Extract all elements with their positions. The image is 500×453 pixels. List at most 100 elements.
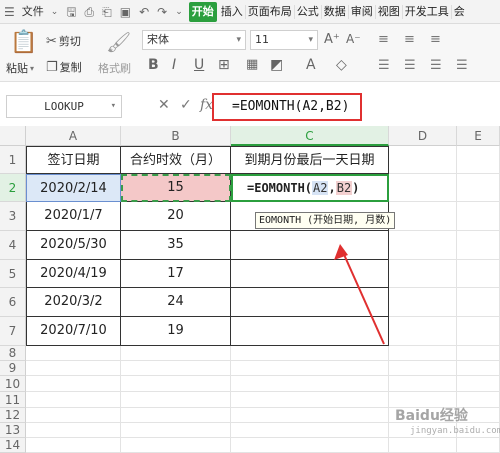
cancel-icon[interactable]: ✕	[158, 97, 170, 113]
font-name-select[interactable]: 宋体 ▾	[142, 30, 246, 50]
row-header-3[interactable]: 3	[0, 202, 26, 231]
format-painter-icon[interactable]: 🖌	[106, 30, 131, 54]
table-header-cell[interactable]: 签订日期	[26, 146, 121, 174]
preview-icon[interactable]: ▣	[116, 0, 135, 24]
row-header-10[interactable]: 10	[0, 376, 26, 392]
empty-cell[interactable]	[389, 317, 457, 346]
row-header-14[interactable]: 14	[0, 438, 26, 453]
select-all-corner[interactable]	[0, 126, 26, 146]
empty-cell[interactable]	[389, 231, 457, 260]
result-cell[interactable]	[231, 288, 389, 317]
result-cell[interactable]	[231, 260, 389, 288]
font-size-select[interactable]: 11 ▾	[250, 30, 318, 50]
empty-cell[interactable]	[26, 423, 121, 438]
font-color-icon[interactable]: A	[306, 57, 316, 73]
redo-icon[interactable]: ↷	[153, 0, 171, 24]
row-header-1[interactable]: 1	[0, 146, 26, 174]
result-cell[interactable]	[231, 317, 389, 346]
tab-view[interactable]: 视图	[376, 4, 403, 19]
tab-insert[interactable]: 插入	[219, 4, 246, 19]
copy-button[interactable]: ❐ 复制	[46, 59, 82, 75]
empty-cell[interactable]	[231, 408, 389, 423]
confirm-icon[interactable]: ✓	[180, 97, 192, 113]
empty-cell[interactable]	[121, 423, 231, 438]
bold-icon[interactable]: B	[148, 57, 159, 73]
empty-cell[interactable]	[389, 376, 457, 392]
underline-icon[interactable]: U	[194, 57, 204, 73]
row-header-8[interactable]: 8	[0, 346, 26, 361]
align-middle-icon[interactable]: ≡	[404, 32, 415, 47]
empty-cell[interactable]	[121, 361, 231, 376]
column-header-c[interactable]: C	[231, 126, 389, 146]
row-header-9[interactable]: 9	[0, 361, 26, 376]
empty-cell[interactable]	[26, 408, 121, 423]
align-left-icon[interactable]: ☰	[378, 58, 390, 73]
format-painter-button[interactable]: 格式刷	[98, 60, 131, 76]
merge-icon[interactable]: ▦	[246, 57, 258, 72]
date-cell[interactable]: 2020/5/30	[26, 231, 121, 260]
empty-cell[interactable]	[231, 361, 389, 376]
empty-cell[interactable]	[457, 376, 500, 392]
align-top-icon[interactable]: ≡	[378, 32, 389, 47]
increase-font-icon[interactable]: A⁺	[324, 32, 340, 47]
column-header-b[interactable]: B	[121, 126, 231, 146]
formula-input[interactable]: =EOMONTH(A2,B2)	[212, 93, 362, 121]
empty-cell[interactable]	[389, 202, 457, 231]
months-cell[interactable]: 17	[121, 260, 231, 288]
empty-cell[interactable]	[457, 202, 500, 231]
empty-cell[interactable]	[457, 174, 500, 202]
empty-cell[interactable]	[457, 288, 500, 317]
align-bottom-icon[interactable]: ≡	[430, 32, 441, 47]
empty-cell[interactable]	[26, 376, 121, 392]
paste-button[interactable]: 粘贴 ▾	[6, 60, 34, 76]
border-icon[interactable]: ⊞	[218, 57, 230, 73]
clear-format-icon[interactable]: ◇	[336, 57, 347, 73]
months-cell[interactable]: 35	[121, 231, 231, 260]
active-cell-c2[interactable]: =EOMONTH(A2,B2)	[231, 174, 389, 202]
column-header-e[interactable]: E	[457, 126, 500, 146]
undo-icon[interactable]: ↶	[135, 0, 153, 24]
file-menu[interactable]: 文件	[19, 0, 47, 24]
table-header-cell[interactable]: 到期月份最后一天日期	[231, 146, 389, 174]
empty-cell[interactable]	[231, 438, 389, 453]
empty-cell[interactable]	[121, 376, 231, 392]
empty-cell[interactable]	[231, 376, 389, 392]
empty-cell[interactable]	[389, 361, 457, 376]
empty-cell[interactable]	[457, 361, 500, 376]
tab-home[interactable]: 开始	[188, 1, 217, 22]
empty-cell[interactable]	[457, 146, 500, 174]
months-cell[interactable]: 19	[121, 317, 231, 346]
empty-cell[interactable]	[121, 392, 231, 408]
row-header-12[interactable]: 12	[0, 408, 26, 423]
column-header-d[interactable]: D	[389, 126, 457, 146]
empty-cell[interactable]	[457, 438, 500, 453]
empty-cell[interactable]	[121, 346, 231, 361]
align-center-icon[interactable]: ☰	[404, 58, 416, 73]
tab-formulas[interactable]: 公式	[295, 4, 322, 19]
row-header-5[interactable]: 5	[0, 260, 26, 288]
date-cell[interactable]: 2020/4/19	[26, 260, 121, 288]
empty-cell[interactable]	[457, 317, 500, 346]
date-cell[interactable]: 2020/2/14	[26, 174, 121, 202]
empty-cell[interactable]	[389, 260, 457, 288]
row-header-4[interactable]: 4	[0, 231, 26, 260]
empty-cell[interactable]	[389, 288, 457, 317]
empty-cell[interactable]	[389, 174, 457, 202]
row-header-2[interactable]: 2	[0, 174, 26, 202]
result-cell[interactable]	[231, 231, 389, 260]
more-icon[interactable]: ⌄	[171, 0, 187, 24]
row-header-6[interactable]: 6	[0, 288, 26, 317]
paste-icon[interactable]: 📋	[10, 30, 37, 55]
tab-developer[interactable]: 开发工具	[403, 4, 452, 19]
decrease-font-icon[interactable]: A⁻	[346, 32, 361, 46]
fill-color-icon[interactable]: ◩	[270, 57, 283, 73]
months-cell[interactable]: 15	[121, 174, 231, 202]
empty-cell[interactable]	[121, 408, 231, 423]
empty-cell[interactable]	[457, 260, 500, 288]
empty-cell[interactable]	[121, 438, 231, 453]
align-right-icon[interactable]: ☰	[430, 58, 442, 73]
empty-cell[interactable]	[231, 392, 389, 408]
empty-cell[interactable]	[26, 438, 121, 453]
row-header-11[interactable]: 11	[0, 392, 26, 408]
tab-review[interactable]: 审阅	[349, 4, 376, 19]
